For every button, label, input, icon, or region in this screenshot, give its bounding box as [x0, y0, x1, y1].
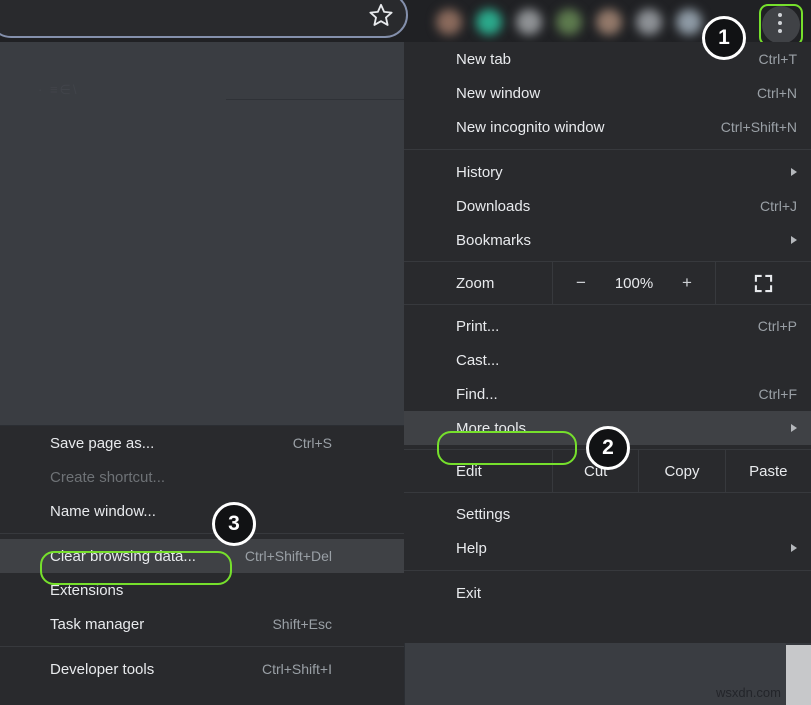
menu-item-label: Task manager — [50, 615, 145, 633]
menu-item-shortcut: Ctrl+Shift+Del — [244, 548, 332, 564]
menu-item-new-incognito-window[interactable]: New incognito window Ctrl+Shift+N — [404, 110, 811, 144]
menu-item-shortcut: Ctrl+T — [758, 51, 798, 67]
browser-toolbar — [0, 0, 811, 46]
scrollbar[interactable] — [786, 645, 811, 705]
menu-item-label: New window — [456, 84, 541, 102]
menu-item-help[interactable]: Help — [404, 531, 811, 565]
menu-item-find[interactable]: Find... Ctrl+F — [404, 377, 811, 411]
menu-item-label: Bookmarks — [456, 231, 532, 249]
menu-item-label: New incognito window — [456, 118, 605, 136]
zoom-in-button[interactable]: + — [674, 273, 700, 293]
menu-item-shortcut: Ctrl+Shift+I — [261, 661, 332, 677]
menu-item-developer-tools[interactable]: Developer tools Ctrl+Shift+I — [0, 652, 404, 686]
menu-item-shortcut: Ctrl+S — [292, 435, 332, 451]
menu-item-save-page-as[interactable]: Save page as... Ctrl+S — [0, 426, 404, 460]
watermark: wsxdn.com — [715, 685, 781, 700]
menu-item-print[interactable]: Print... Ctrl+P — [404, 309, 811, 343]
zoom-percent-value: 100% — [614, 274, 654, 292]
chevron-right-icon — [791, 424, 797, 432]
zoom-control-row: Zoom − 100% + — [404, 261, 811, 305]
menu-item-label: Cast... — [456, 351, 500, 369]
fullscreen-icon — [754, 274, 773, 292]
menu-item-label: Name window... — [50, 502, 156, 520]
page-horizontal-rule — [226, 99, 404, 100]
menu-item-downloads[interactable]: Downloads Ctrl+J — [404, 189, 811, 223]
copy-button[interactable]: Copy — [638, 450, 724, 492]
menu-separator — [0, 646, 404, 647]
edit-label: Edit — [456, 462, 482, 480]
menu-item-label: Print... — [456, 317, 500, 335]
menu-item-exit[interactable]: Exit — [404, 576, 811, 610]
menu-item-label: Create shortcut... — [50, 468, 166, 486]
step-badge-2: 2 — [586, 426, 630, 470]
menu-item-label: Save page as... — [50, 434, 155, 452]
menu-item-label: Settings — [456, 505, 511, 523]
menu-item-shortcut: Ctrl+Shift+N — [720, 119, 797, 135]
fullscreen-button[interactable] — [716, 262, 811, 304]
menu-item-name-window[interactable]: Name window... — [0, 494, 404, 528]
menu-item-bookmarks[interactable]: Bookmarks — [404, 223, 811, 257]
extension-icon[interactable] — [596, 9, 622, 35]
zoom-out-button[interactable]: − — [568, 273, 594, 293]
menu-item-label: Downloads — [456, 197, 531, 215]
menu-item-shortcut: Ctrl+J — [760, 198, 797, 214]
extension-icon[interactable] — [516, 9, 542, 35]
menu-item-new-window[interactable]: New window Ctrl+N — [404, 76, 811, 110]
menu-item-label: Clear browsing data... — [50, 547, 196, 565]
chevron-right-icon — [791, 544, 797, 552]
menu-item-label: Find... — [456, 385, 498, 403]
address-bar[interactable] — [0, 0, 408, 38]
menu-item-shortcut: Ctrl+P — [757, 318, 797, 334]
menu-item-label: Developer tools — [50, 660, 155, 678]
menu-separator — [404, 570, 811, 571]
menu-item-history[interactable]: History — [404, 155, 811, 189]
menu-item-label: History — [456, 163, 503, 181]
zoom-label: Zoom — [456, 274, 495, 292]
menu-item-extensions[interactable]: Extensions — [0, 573, 404, 607]
chrome-main-menu: New tab Ctrl+T New window Ctrl+N New inc… — [404, 42, 811, 643]
paste-button[interactable]: Paste — [724, 450, 811, 492]
menu-item-new-tab[interactable]: New tab Ctrl+T — [404, 42, 811, 76]
chevron-right-icon — [791, 236, 797, 244]
menu-item-settings[interactable]: Settings — [404, 497, 811, 531]
zoom-controls: − 100% + — [552, 262, 716, 304]
step-badge-1: 1 — [702, 16, 746, 60]
more-tools-submenu: Save page as... Ctrl+S Create shortcut..… — [0, 425, 404, 705]
extension-icon[interactable] — [476, 9, 502, 35]
menu-separator — [404, 149, 811, 150]
step-badge-3: 3 — [212, 502, 256, 546]
menu-item-label: Extensions — [50, 581, 124, 599]
menu-item-label: New tab — [456, 50, 512, 68]
chevron-right-icon — [791, 168, 797, 176]
menu-item-shortcut: Shift+Esc — [272, 616, 332, 632]
menu-separator — [0, 533, 404, 534]
menu-item-label: More tools — [456, 419, 527, 437]
menu-item-task-manager[interactable]: Task manager Shift+Esc — [0, 607, 404, 641]
menu-item-clear-browsing-data[interactable]: Clear browsing data... Ctrl+Shift+Del — [0, 539, 404, 573]
three-dot-menu-button-highlight[interactable] — [759, 4, 803, 46]
extension-icon[interactable] — [636, 9, 662, 35]
menu-item-label: Exit — [456, 584, 482, 602]
menu-item-create-shortcut: Create shortcut... — [0, 460, 404, 494]
menu-item-label: Help — [456, 539, 487, 557]
extension-icon[interactable] — [676, 9, 702, 35]
bookmark-star-icon[interactable] — [368, 2, 394, 28]
menu-item-cast[interactable]: Cast... — [404, 343, 811, 377]
menu-item-shortcut: Ctrl+F — [758, 386, 798, 402]
extension-icon[interactable] — [556, 9, 582, 35]
menu-item-shortcut: Ctrl+N — [756, 85, 797, 101]
page-ghost-text: · ≡∈\ — [38, 82, 79, 97]
browser-window: · ≡∈\ New tab Ctrl+T New window Ctrl+N N… — [0, 0, 811, 705]
extension-icon[interactable] — [436, 9, 462, 35]
